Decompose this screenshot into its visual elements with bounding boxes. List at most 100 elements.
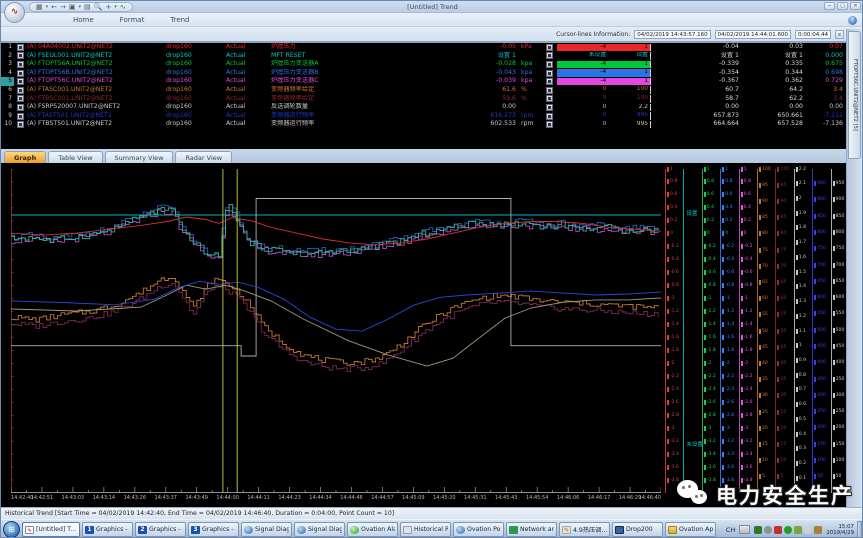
- row-checkbox[interactable]: [546, 78, 553, 85]
- table-row[interactable]: 5(A) FTOPT56C.UNIT2@NET2drop160Actual炉膛压…: [1, 77, 848, 86]
- axis-tick-label: -0.8: [741, 283, 753, 288]
- table-row[interactable]: 8(A) FSRP520007.UNIT2@NET2drop160Actual反…: [1, 103, 848, 112]
- menu-format[interactable]: Format: [120, 16, 145, 24]
- row-checkbox[interactable]: [17, 52, 24, 59]
- row-checkbox[interactable]: [17, 113, 24, 120]
- table-row[interactable]: 6(A) FTASC001.UNIT2@NET2drop160Actual变频器…: [1, 86, 848, 95]
- help-icon[interactable]: ?: [848, 16, 857, 25]
- value-axis-2: 设置未设置: [682, 169, 700, 493]
- taskbar-item-4-9热压调[interactable]: ✎4.9热压调...: [559, 522, 610, 537]
- tray-icon-7[interactable]: [814, 526, 822, 534]
- row-checkbox[interactable]: [546, 121, 553, 128]
- row-checkbox[interactable]: [17, 95, 24, 102]
- taskbar-clock[interactable]: 15:07 2019/4/29: [826, 524, 854, 536]
- tab-graph[interactable]: Graph: [4, 151, 46, 163]
- printer-icon[interactable]: [739, 525, 750, 534]
- row-checkbox[interactable]: [546, 95, 553, 102]
- axis-tick-label: -1.8: [667, 348, 679, 353]
- axis-tick-label: 750: [833, 246, 845, 251]
- start-button[interactable]: ⊞: [3, 521, 20, 538]
- tray-icon-1[interactable]: [754, 526, 762, 534]
- row-checkbox[interactable]: [546, 113, 553, 120]
- taskbar-item-ovation-alar[interactable]: Ovation Alar...: [347, 522, 398, 537]
- trend-chart-panel[interactable]: 14:42:4014:42:5114:43:0314:43:1414:43:26…: [1, 163, 863, 507]
- language-indicator[interactable]: CH: [724, 525, 737, 535]
- table-row[interactable]: 7(A) FTBSC001.UNIT2@NET2drop160Actual变频器…: [1, 95, 848, 104]
- table-row[interactable]: 2(A) FSEUL001.UNIT2@NET2drop160ActualMFT…: [1, 52, 848, 61]
- taskbar-item-signal-diagra[interactable]: Signal Diagra...: [294, 522, 345, 537]
- taskbar-item-signal-diagra[interactable]: Signal Diagra...: [241, 522, 292, 537]
- row-checkbox[interactable]: [17, 70, 24, 77]
- table-row[interactable]: 1(A) 04A04002.UNIT2@NET2drop160Actual炉膛压…: [1, 43, 848, 52]
- taskbar-item-label: Ovation Alar...: [361, 526, 395, 533]
- row-checkbox[interactable]: [17, 121, 24, 128]
- tray-icon-2[interactable]: [764, 526, 772, 534]
- value-axis-10: 9509008508007507006506005505004504003503…: [830, 169, 848, 493]
- minimize-button[interactable]: ─: [824, 2, 835, 10]
- taskbar-item-ovation-app[interactable]: Ovation App...: [665, 522, 716, 537]
- cursor1-time-field[interactable]: 04/02/2019 14:43:57.160: [634, 30, 710, 39]
- taskbar-item-label: Graphics - -...: [96, 526, 130, 533]
- axis-tick-label: 75: [777, 248, 786, 253]
- close-button[interactable]: ✕: [850, 2, 861, 10]
- taskbar-item-graphics[interactable]: 3Graphics - -...: [188, 522, 239, 537]
- taskbar-item-label: Ovation Poin...: [467, 526, 501, 533]
- row-checkbox[interactable]: [546, 70, 553, 77]
- row-checkbox[interactable]: [546, 87, 553, 94]
- row-checkbox[interactable]: [546, 104, 553, 111]
- taskbar-item-drop200[interactable]: Drop200: [612, 522, 663, 537]
- tray-icon-6[interactable]: [804, 526, 812, 534]
- taskbar-item-label: [Untitled] T...: [36, 526, 76, 533]
- taskbar-item-graphics[interactable]: 2Graphics - -...: [135, 522, 186, 537]
- row-checkbox[interactable]: [17, 87, 24, 94]
- axis-tick-label: -1.8: [704, 348, 716, 353]
- axis-tick-label: 100: [833, 458, 845, 463]
- tray-icon-3[interactable]: [774, 526, 782, 534]
- axis-tick-label: -0.4: [741, 257, 753, 262]
- row-checkbox[interactable]: [17, 61, 24, 68]
- table-row[interactable]: 10(A) FTBST501.UNIT2@NET2drop160Actual变频…: [1, 120, 848, 129]
- table-row[interactable]: 4(A) FTOPT56B.UNIT2@NET2drop160Actual炉膛压…: [1, 69, 848, 78]
- axis-tick-label: 50: [777, 329, 786, 334]
- row-checkbox[interactable]: [17, 44, 24, 51]
- menu-home[interactable]: Home: [73, 16, 94, 24]
- tray-icon-4[interactable]: [784, 526, 792, 534]
- table-row[interactable]: 3(A) FTOPT56A.UNIT2@NET2drop160Actual炉膛压…: [1, 60, 848, 69]
- watermark-text: 电力安全生产: [716, 480, 854, 510]
- axis-tick-label: -3: [741, 426, 749, 431]
- row-checkbox[interactable]: [17, 104, 24, 111]
- time-tick-label: 14:43:03: [62, 495, 84, 501]
- axis-tick-label: 95: [759, 183, 768, 188]
- cursor-bar-close-icon[interactable]: x: [835, 30, 844, 39]
- cursor2-time-field[interactable]: 04/02/2019 14:44:01.600: [715, 30, 791, 39]
- table-row[interactable]: 9(A) FTAST501.UNIT2@NET2drop160Actual变频器…: [1, 112, 848, 121]
- maximize-button[interactable]: ▢: [837, 2, 848, 10]
- row-checkbox[interactable]: [17, 78, 24, 85]
- net-icon: [509, 526, 518, 534]
- show-desktop-button[interactable]: [857, 521, 862, 538]
- axis-tick-label: -3: [667, 426, 675, 431]
- right-scrollbar[interactable]: FTOPT56C.UNIT2@NET2 [5]: [846, 29, 862, 507]
- tray-icon-5[interactable]: [794, 526, 802, 534]
- taskbar-item-ovation-poin[interactable]: Ovation Poin...: [453, 522, 504, 537]
- tab-radar-view[interactable]: Radar View: [175, 151, 232, 163]
- app-icon[interactable]: ∿: [4, 2, 25, 23]
- row-checkbox[interactable]: [546, 52, 553, 59]
- row-checkbox[interactable]: [546, 44, 553, 51]
- axis-tick-label: 400: [833, 360, 845, 365]
- axis-tick-label: 0.2: [704, 218, 714, 223]
- range-bar: -41: [557, 61, 651, 69]
- axis-tick-label: 0.8: [741, 179, 751, 184]
- taskbar-item-untitled-t[interactable]: ∿[Untitled] T...: [22, 522, 80, 537]
- tab-table-view[interactable]: Table View: [48, 151, 102, 163]
- cursor-delta-field[interactable]: 0:00:04.44: [795, 30, 831, 39]
- taskbar-item-graphics[interactable]: 1Graphics - -...: [82, 522, 133, 537]
- selected-point-vertical-tab[interactable]: FTOPT56C.UNIT2@NET2 [5]: [848, 31, 861, 159]
- taskbar-item-network-and[interactable]: Network and...: [506, 522, 557, 537]
- menu-trend[interactable]: Trend: [170, 16, 189, 24]
- taskbar-item-historical-re[interactable]: Historical Re...: [400, 522, 451, 537]
- row-checkbox[interactable]: [546, 61, 553, 68]
- tab-summary-view[interactable]: Summary View: [105, 151, 174, 163]
- axis-tick-label: -2: [704, 361, 712, 366]
- axis-tick-label: 950: [833, 181, 845, 186]
